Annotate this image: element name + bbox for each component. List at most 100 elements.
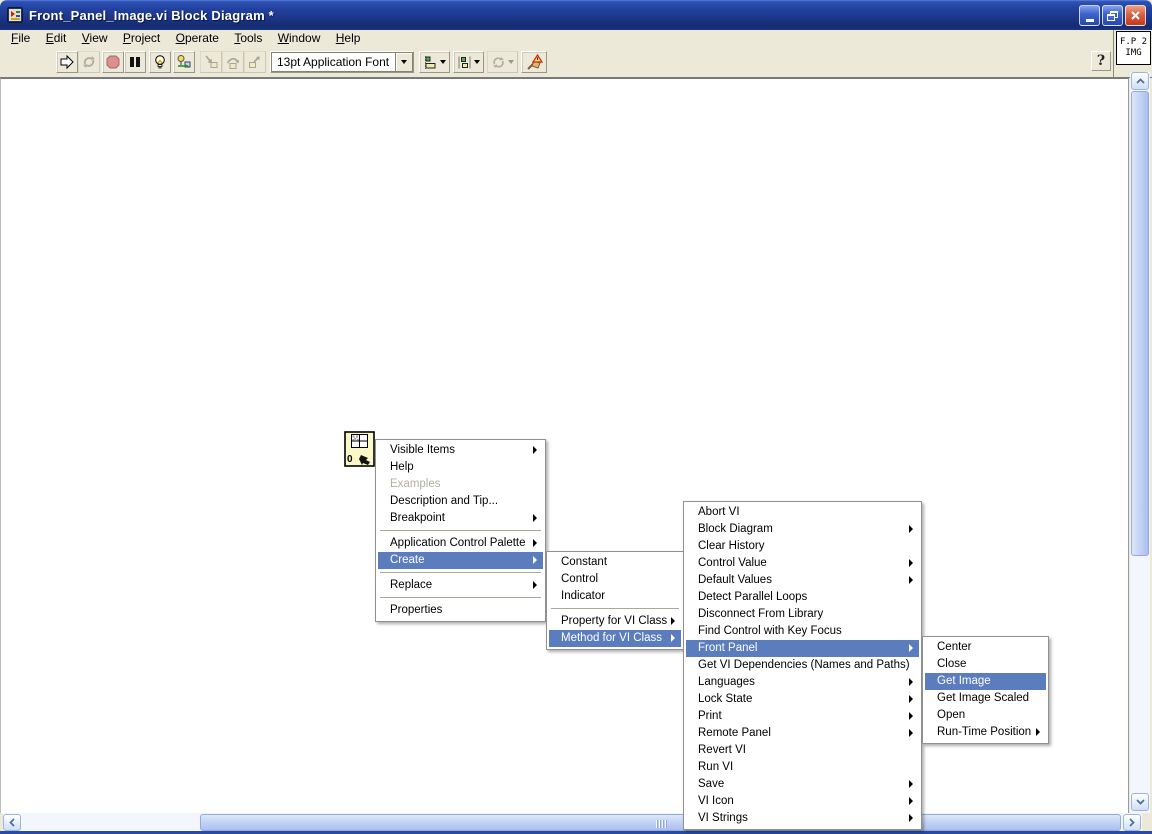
run-icon (60, 54, 74, 70)
scroll-right-button[interactable] (1123, 814, 1141, 831)
submenu-arrow-icon (671, 634, 675, 642)
labview-app-icon[interactable] (7, 7, 23, 23)
scroll-down-button[interactable] (1131, 793, 1149, 811)
menu-item-description-and-tip[interactable]: Description and Tip... (378, 493, 543, 510)
node-index-label: 0 (347, 454, 353, 465)
menu-item-print[interactable]: Print (686, 708, 919, 725)
distribute-objects-button[interactable] (453, 51, 484, 73)
clean-up-diagram-button[interactable] (521, 51, 547, 73)
menu-item-block-diagram[interactable]: Block Diagram (686, 521, 919, 538)
menubar-help[interactable]: Help (330, 30, 367, 47)
menu-item-visible-items[interactable]: Visible Items (378, 442, 543, 459)
submenu-arrow-icon (909, 729, 913, 737)
run-continuously-button[interactable] (78, 51, 100, 73)
menu-item-properties[interactable]: Properties (378, 602, 543, 619)
menubar-window[interactable]: Window (272, 30, 327, 47)
submenu-arrow-icon (671, 617, 675, 625)
menu-item-get-image[interactable]: Get Image (925, 673, 1046, 690)
menu-item-method-for-vi-class[interactable]: Method for VI Class (549, 630, 681, 647)
menu-item-save[interactable]: Save (686, 776, 919, 793)
run-continuously-icon (83, 56, 95, 68)
menu-separator (378, 527, 543, 535)
close-icon (1131, 11, 1140, 20)
menu-item-vi-icon[interactable]: VI Icon (686, 793, 919, 810)
clean-up-diagram-icon (526, 54, 543, 70)
chevron-down-icon (401, 60, 407, 64)
chevron-down-icon (1135, 799, 1145, 805)
menu-item-open[interactable]: Open (925, 707, 1046, 724)
menu-item-application-control-palette[interactable]: Application Control Palette (378, 535, 543, 552)
menu-item-center[interactable]: Center (925, 639, 1046, 656)
horizontal-scroll-thumb[interactable] (200, 814, 1121, 831)
abort-execution-button[interactable] (102, 51, 124, 73)
menu-item-help[interactable]: Help (378, 459, 543, 476)
menu-item-abort-vi[interactable]: Abort VI (686, 504, 919, 521)
menu-item-indicator[interactable]: Indicator (549, 588, 681, 605)
chevron-down-icon (474, 60, 480, 64)
chevron-left-icon (9, 818, 15, 827)
scroll-up-button[interactable] (1131, 72, 1149, 90)
step-out-button[interactable] (244, 51, 266, 73)
menu-item-default-values[interactable]: Default Values (686, 572, 919, 589)
menu-item-examples: Examples (390, 478, 441, 490)
vertical-scroll-thumb[interactable] (1131, 91, 1149, 556)
pause-button[interactable] (124, 51, 146, 73)
font-selector[interactable]: 13pt Application Font (270, 51, 414, 73)
minimize-button[interactable] (1079, 5, 1100, 26)
align-objects-icon (425, 55, 436, 69)
menu-item-revert-vi[interactable]: Revert VI (686, 742, 919, 759)
menu-item-clear-history[interactable]: Clear History (686, 538, 919, 555)
submenu-create: Constant Control Indicator Property for … (546, 551, 684, 650)
chevron-down-icon (508, 60, 514, 64)
context-menu-node: Visible Items Help Examples Description … (375, 439, 546, 622)
align-objects-button[interactable] (419, 51, 450, 73)
retain-wire-values-button[interactable] (173, 51, 195, 73)
submenu-arrow-icon (533, 581, 537, 589)
vertical-scrollbar[interactable] (1130, 72, 1150, 813)
menubar-project[interactable]: Project (117, 30, 166, 47)
restore-button[interactable] (1102, 5, 1123, 26)
menu-item-remote-panel[interactable]: Remote Panel (686, 725, 919, 742)
run-button[interactable] (56, 51, 78, 73)
menu-item-control[interactable]: Control (549, 571, 681, 588)
step-into-button[interactable] (200, 51, 222, 73)
menu-item-close[interactable]: Close (925, 656, 1046, 673)
menu-item-constant[interactable]: Constant (549, 554, 681, 571)
menu-item-get-vi-dependencies[interactable]: Get VI Dependencies (Names and Paths) (686, 657, 919, 674)
vi-reference-node[interactable]: 0 (344, 431, 375, 467)
menu-item-property-for-vi-class[interactable]: Property for VI Class (549, 613, 681, 630)
scroll-left-button[interactable] (3, 814, 21, 831)
horizontal-scrollbar[interactable] (3, 813, 1142, 832)
menu-item-disconnect-from-library[interactable]: Disconnect From Library (686, 606, 919, 623)
menu-item-detect-parallel-loops[interactable]: Detect Parallel Loops (686, 589, 919, 606)
menu-item-vi-strings[interactable]: VI Strings (686, 810, 919, 827)
menu-item-get-image-scaled[interactable]: Get Image Scaled (925, 690, 1046, 707)
font-selector-value[interactable]: 13pt Application Font (271, 52, 395, 72)
menu-item-find-control-with-key-focus[interactable]: Find Control with Key Focus (686, 623, 919, 640)
menubar-view[interactable]: View (76, 30, 114, 47)
menubar-tools[interactable]: Tools (228, 30, 268, 47)
scrollbar-corner (1142, 813, 1152, 832)
menu-item-replace[interactable]: Replace (378, 577, 543, 594)
menubar-edit[interactable]: Edit (40, 30, 73, 47)
menu-item-languages[interactable]: Languages (686, 674, 919, 691)
chevron-down-icon (440, 60, 446, 64)
submenu-arrow-icon (909, 695, 913, 703)
submenu-arrow-icon (533, 556, 537, 564)
menu-item-breakpoint[interactable]: Breakpoint (378, 510, 543, 527)
menubar-file[interactable]: File (5, 30, 36, 47)
context-help-button[interactable]: ? (1091, 51, 1111, 71)
highlight-execution-button[interactable] (149, 51, 171, 73)
menubar-operate[interactable]: Operate (170, 30, 225, 47)
vi-icon-pane[interactable]: F.P 2 IMG (1116, 31, 1151, 65)
menu-item-lock-state[interactable]: Lock State (686, 691, 919, 708)
font-selector-dropdown-button[interactable] (395, 52, 413, 72)
menu-item-control-value[interactable]: Control Value (686, 555, 919, 572)
menu-item-front-panel[interactable]: Front Panel (686, 640, 919, 657)
menu-item-run-time-position[interactable]: Run-Time Position (925, 724, 1046, 741)
reorder-objects-button[interactable] (487, 51, 518, 73)
close-button[interactable] (1125, 5, 1146, 26)
menu-item-run-vi[interactable]: Run VI (686, 759, 919, 776)
menu-item-create[interactable]: Create (378, 552, 543, 569)
step-over-button[interactable] (222, 51, 244, 73)
